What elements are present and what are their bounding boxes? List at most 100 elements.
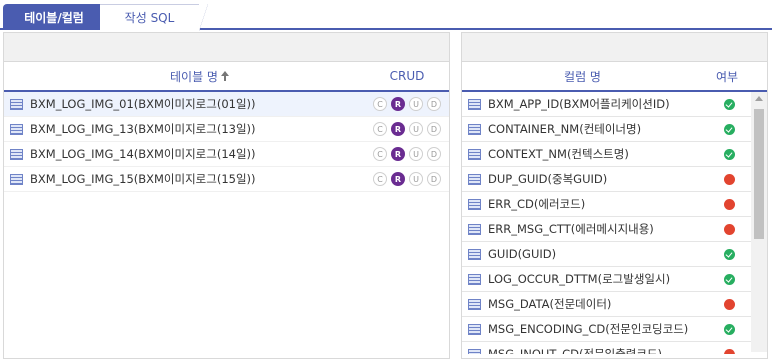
crud-column-header: CRUD (365, 69, 449, 83)
check-circle-icon (723, 248, 735, 260)
column-row[interactable]: DUP_GUID(중복GUID) (462, 167, 753, 192)
crud-c-badge: C (373, 97, 387, 111)
crud-r-badge: R (391, 97, 405, 111)
column-name: DUP_GUID(중복GUID) (488, 172, 608, 186)
column-name: CONTAINER_NM(컨테이너명) (488, 122, 642, 136)
crud-d-badge: D (427, 97, 441, 111)
table-icon (10, 123, 23, 135)
status-cell (705, 98, 753, 110)
column-list: BXM_APP_ID(BXM어플리케이션ID) CONTAINER_NM(컨테이너… (462, 92, 767, 354)
table-row[interactable]: BXM_LOG_IMG_01(BXM이미지로그(01일)) C R U D (4, 92, 449, 117)
red-dot-icon (723, 298, 735, 310)
crud-d-badge: D (427, 122, 441, 136)
sort-ascending-icon[interactable] (220, 71, 229, 81)
scroll-up-arrow-icon[interactable] (755, 96, 763, 101)
column-name: LOG_OCCUR_DTTM(로그발생일시) (488, 272, 671, 286)
red-dot-icon (723, 198, 735, 210)
column-name: MSG_INOUT_CD(전문입출력코드) (488, 347, 663, 354)
column-name: GUID(GUID) (488, 247, 557, 261)
table-name: BXM_LOG_IMG_14(BXM이미지로그(14일)) (30, 147, 256, 161)
column-icon (468, 223, 481, 235)
table-row[interactable]: BXM_LOG_IMG_15(BXM이미지로그(15일)) C R U D (4, 167, 449, 192)
status-cell (705, 123, 753, 135)
table-row[interactable]: BXM_LOG_IMG_13(BXM이미지로그(13일)) C R U D (4, 117, 449, 142)
column-name: CONTEXT_NM(컨텍스트명) (488, 147, 629, 161)
column-name: MSG_DATA(전문데이터) (488, 297, 612, 311)
status-cell (705, 323, 753, 335)
crud-r-badge: R (391, 147, 405, 161)
column-row[interactable]: LOG_OCCUR_DTTM(로그발생일시) (462, 267, 753, 292)
check-circle-icon (723, 323, 735, 335)
crud-c-badge: C (373, 172, 387, 186)
column-icon (468, 198, 481, 210)
tab-table-column[interactable]: 테이블/컬럼 (3, 4, 117, 30)
tab-bar: 테이블/컬럼 작성 SQL (0, 0, 772, 31)
column-list-scrollbar[interactable] (751, 92, 767, 352)
column-toolbar (462, 33, 767, 62)
column-icon (468, 348, 481, 354)
column-name: MSG_ENCODING_CD(전문인코딩코드) (488, 322, 689, 336)
column-name: ERR_CD(에러코드) (488, 197, 586, 211)
column-row[interactable]: ERR_CD(에러코드) (462, 192, 753, 217)
red-dot-icon (723, 223, 735, 235)
column-row[interactable]: MSG_ENCODING_CD(전문인코딩코드) (462, 317, 753, 342)
tab-written-sql[interactable]: 작성 SQL (100, 4, 208, 31)
table-name: BXM_LOG_IMG_01(BXM이미지로그(01일)) (30, 97, 256, 111)
column-icon (468, 123, 481, 135)
table-row[interactable]: BXM_LOG_IMG_14(BXM이미지로그(14일)) C R U D (4, 142, 449, 167)
scroll-thumb[interactable] (754, 109, 764, 239)
column-icon (468, 173, 481, 185)
table-name-header-label: 테이블 명 (170, 69, 218, 84)
column-icon (468, 273, 481, 285)
crud-badges: CRUD (365, 147, 449, 161)
crud-d-badge: D (427, 172, 441, 186)
table-list: BXM_LOG_IMG_01(BXM이미지로그(01일)) C R U D BXM_LOG… (4, 92, 449, 192)
column-row[interactable]: MSG_DATA(전문데이터) (462, 292, 753, 317)
column-list-panel: 컬럼 명 여부 BXM_APP_ID(BXM어플리케이션ID) CONTAINER… (461, 32, 768, 359)
column-row[interactable]: MSG_INOUT_CD(전문입출력코드) (462, 342, 753, 354)
table-icon (10, 173, 23, 185)
crud-badges: CRUD (365, 97, 449, 111)
status-cell (705, 248, 753, 260)
status-cell (705, 148, 753, 160)
check-circle-icon (723, 98, 735, 110)
crud-r-badge: R (391, 172, 405, 186)
status-cell (705, 173, 753, 185)
column-icon (468, 248, 481, 260)
column-row[interactable]: BXM_APP_ID(BXM어플리케이션ID) (462, 92, 753, 117)
status-cell (705, 198, 753, 210)
status-cell (705, 273, 753, 285)
crud-u-badge: U (409, 172, 423, 186)
column-row[interactable]: ERR_MSG_CTT(에러메시지내용) (462, 217, 753, 242)
table-icon (10, 98, 23, 110)
red-dot-icon (723, 348, 735, 354)
crud-c-badge: C (373, 122, 387, 136)
column-icon (468, 148, 481, 160)
column-icon (468, 323, 481, 335)
table-list-header: 테이블 명 CRUD (4, 62, 449, 92)
status-cell (705, 298, 753, 310)
check-circle-icon (723, 123, 735, 135)
column-row[interactable]: GUID(GUID) (462, 242, 753, 267)
status-header-label: 여부 (715, 69, 739, 84)
crud-header-label: CRUD (389, 69, 425, 83)
table-name: BXM_LOG_IMG_13(BXM이미지로그(13일)) (30, 122, 256, 136)
column-icon (468, 298, 481, 310)
check-circle-icon (723, 148, 735, 160)
table-toolbar (4, 33, 449, 62)
column-row[interactable]: CONTEXT_NM(컨텍스트명) (462, 142, 753, 167)
status-cell (705, 348, 753, 354)
column-name: ERR_MSG_CTT(에러메시지내용) (488, 222, 654, 236)
crud-badges: CRUD (365, 172, 449, 186)
status-column-header: 여부 (703, 68, 767, 85)
crud-badges: CRUD (365, 122, 449, 136)
column-name: BXM_APP_ID(BXM어플리케이션ID) (488, 97, 670, 111)
status-cell (705, 223, 753, 235)
column-row[interactable]: CONTAINER_NM(컨테이너명) (462, 117, 753, 142)
crud-u-badge: U (409, 97, 423, 111)
red-dot-icon (723, 173, 735, 185)
crud-d-badge: D (427, 147, 441, 161)
table-name-column-header[interactable]: 테이블 명 (4, 68, 365, 85)
column-icon (468, 98, 481, 110)
column-name-column-header[interactable]: 컬럼 명 (462, 68, 703, 85)
